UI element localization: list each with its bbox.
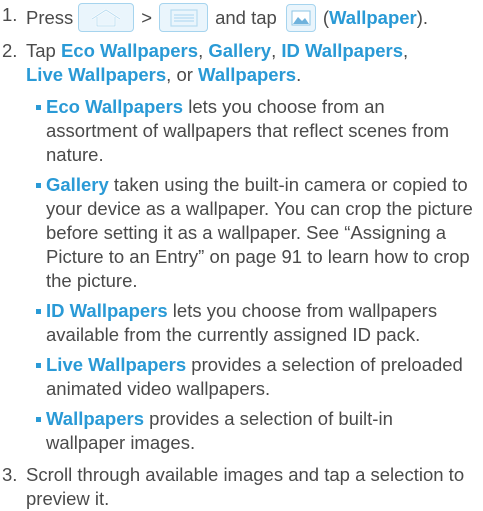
bullet-square	[36, 363, 41, 368]
option-gallery: Gallery	[208, 40, 272, 61]
list-item: Gallery taken using the built-in camera …	[36, 173, 477, 293]
instruction-page: 1. Press > and tap (Wallpaper). 2. Tap…	[0, 0, 483, 509]
press-text: Press	[26, 6, 74, 28]
bullet-term: Live Wallpapers	[46, 354, 187, 375]
step-3-text: Scroll through available images and tap …	[26, 464, 465, 509]
step-2-body: Tap Eco Wallpapers, Gallery, ID Wallpape…	[26, 39, 477, 87]
option-live-wallpapers: Live Wallpapers	[26, 64, 167, 85]
step-2: 2. Tap Eco Wallpapers, Gallery, ID Wallp…	[2, 39, 477, 87]
option-wallpapers: Wallpapers	[198, 64, 297, 85]
step-2-line-1: Tap Eco Wallpapers, Gallery, ID Wallpape…	[26, 39, 477, 63]
step-number: 3.	[2, 464, 18, 485]
step-number: 2.	[2, 40, 18, 61]
bullet-square	[36, 105, 41, 110]
bullet-term: ID Wallpapers	[46, 300, 168, 321]
step-1-body: Press > and tap (Wallpaper).	[26, 3, 477, 32]
period: .	[296, 64, 302, 85]
bullet-square	[36, 417, 41, 422]
comma: ,	[403, 40, 409, 61]
list-item: Eco Wallpapers lets you choose from an a…	[36, 95, 477, 167]
bullet-square	[36, 309, 41, 314]
wallpaper-options-list: Eco Wallpapers lets you choose from an a…	[36, 95, 477, 455]
option-eco-wallpapers: Eco Wallpapers	[60, 40, 199, 61]
paren-close: ).	[416, 6, 429, 28]
wallpaper-icon	[285, 3, 316, 32]
gt-separator: >	[141, 6, 153, 28]
step-number: 1.	[2, 4, 18, 25]
step-1: 1. Press > and tap (Wallpaper).	[2, 3, 477, 32]
bullet-square	[36, 183, 41, 188]
tap-text: Tap	[26, 40, 56, 61]
bullet-text: taken using the built-in camera or copie…	[46, 174, 473, 291]
bullet-term: Gallery	[46, 174, 109, 195]
step-3: 3. Scroll through available images and t…	[2, 463, 477, 511]
bullet-term: Eco Wallpapers	[46, 96, 184, 117]
and-tap-text: and tap	[215, 6, 277, 28]
step-2-line-2: Live Wallpapers, or Wallpapers.	[26, 63, 477, 87]
list-item: ID Wallpapers lets you choose from wallp…	[36, 299, 477, 347]
list-item: Wallpapers provides a selection of built…	[36, 407, 477, 455]
or-text: , or	[166, 64, 193, 85]
menu-icon	[159, 3, 209, 32]
home-icon	[78, 3, 135, 32]
bullet-term: Wallpapers	[46, 408, 145, 429]
option-id-wallpapers: ID Wallpapers	[281, 40, 404, 61]
comma: ,	[198, 40, 204, 61]
list-item: Live Wallpapers provides a selection of …	[36, 353, 477, 401]
wallpaper-term: Wallpaper	[329, 6, 417, 28]
comma: ,	[271, 40, 277, 61]
